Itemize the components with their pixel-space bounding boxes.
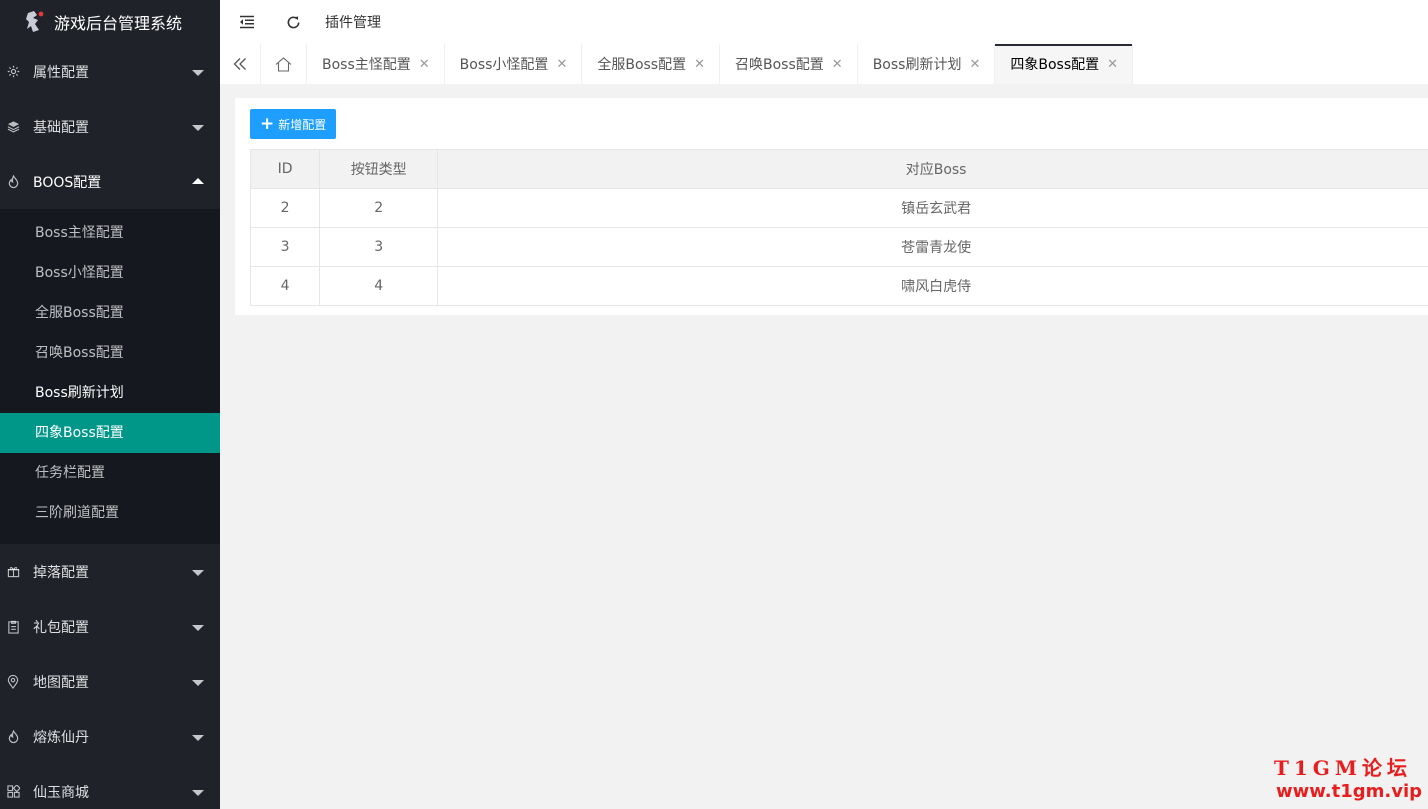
chevron-down-icon <box>192 569 204 576</box>
table-row[interactable]: 3 3 苍雷青龙使 <box>249 227 1428 267</box>
tab-label: 召唤Boss配置 <box>735 57 824 73</box>
chevron-down-icon <box>192 624 204 631</box>
tab-label: Boss刷新计划 <box>872 57 962 73</box>
sidebar-item-map[interactable]: 地图配置 <box>0 654 220 709</box>
close-icon[interactable]: ✕ <box>556 57 567 72</box>
cell-type: 4 <box>319 266 439 306</box>
tab-label: 四象Boss配置 <box>1010 57 1100 73</box>
chevron-down-icon <box>192 124 204 131</box>
sidebar-item-drop[interactable]: 掉落配置 <box>0 544 220 599</box>
collapse-sidebar-button[interactable] <box>234 9 260 35</box>
cell-boss: 苍雷青龙使 <box>437 227 1428 267</box>
config-table: ID 按钮类型 对应Boss 2 2 镇岳玄武君 3 3 苍雷青龙使 4 4 啸… <box>249 149 1428 306</box>
cell-boss: 镇岳玄武君 <box>437 188 1428 228</box>
tab-boss-summon[interactable]: 召唤Boss配置 ✕ <box>720 44 858 84</box>
sidebar-menu: 属性配置 基础配置 BOOS配置 Boss主怪配置 Boss小怪配置 全服Bos… <box>0 44 220 809</box>
column-header-id[interactable]: ID <box>249 149 321 189</box>
sidebar-item-gift[interactable]: 礼包配置 <box>0 599 220 654</box>
tab-bar: Boss主怪配置 ✕ Boss小怪配置 ✕ 全服Boss配置 ✕ 召唤Boss配… <box>220 44 1428 85</box>
layers-icon <box>6 120 20 134</box>
sidebar-item-label: 熔炼仙丹 <box>33 729 89 746</box>
location-icon <box>6 674 20 689</box>
table-header-row: ID 按钮类型 对应Boss <box>249 149 1428 189</box>
plus-icon: + <box>260 113 275 134</box>
cell-type: 3 <box>319 227 439 267</box>
cell-id: 4 <box>249 266 321 306</box>
plugin-manage-link[interactable]: 插件管理 <box>325 12 381 32</box>
watermark-url: www.t1gm.vip <box>1276 781 1422 802</box>
add-config-label: 新增配置 <box>278 117 327 132</box>
apps-icon <box>6 785 20 799</box>
config-card: + 新增配置 ID 按钮类型 对应Boss 2 2 镇岳玄武君 3 3 苍雷青龙… <box>235 98 1428 315</box>
chevron-down-icon <box>192 734 204 741</box>
sidebar-item-basic[interactable]: 基础配置 <box>0 99 220 154</box>
chevron-up-icon <box>192 177 204 184</box>
sidebar: 游戏后台管理系统 属性配置 基础配置 BOOS配置 Boss主怪配置 Boss小… <box>0 0 220 809</box>
gear-icon <box>6 65 20 79</box>
tab-home[interactable] <box>261 44 307 84</box>
sidebar-item-alchemy[interactable]: 熔炼仙丹 <box>0 709 220 764</box>
boss-submenu: Boss主怪配置 Boss小怪配置 全服Boss配置 召唤Boss配置 Boss… <box>0 209 220 544</box>
refresh-icon <box>287 16 299 28</box>
sidebar-item-label: 基础配置 <box>33 119 89 136</box>
column-header-boss[interactable]: 对应Boss <box>437 149 1428 189</box>
tab-label: Boss主怪配置 <box>322 57 411 73</box>
sidebar-item-label: 掉落配置 <box>33 564 89 581</box>
chevron-down-icon <box>192 679 204 686</box>
tab-boss-main[interactable]: Boss主怪配置 ✕ <box>307 44 445 84</box>
chevron-down-icon <box>192 789 204 796</box>
add-config-button[interactable]: + 新增配置 <box>250 109 337 139</box>
double-chevron-left-icon <box>233 58 246 70</box>
logo-icon <box>26 11 44 32</box>
app-logo[interactable]: 游戏后台管理系统 <box>0 0 220 44</box>
chevron-down-icon <box>192 69 204 76</box>
close-icon[interactable]: ✕ <box>419 57 430 72</box>
table-row[interactable]: 4 4 啸风白虎侍 <box>249 266 1428 306</box>
submenu-boss-summon[interactable]: 召唤Boss配置 <box>0 333 220 373</box>
close-icon[interactable]: ✕ <box>969 57 980 72</box>
submenu-taskbar[interactable]: 任务栏配置 <box>0 453 220 493</box>
cell-id: 3 <box>249 227 321 267</box>
main-content: + 新增配置 ID 按钮类型 对应Boss 2 2 镇岳玄武君 3 3 苍雷青龙… <box>220 84 1428 809</box>
sidebar-item-label: 礼包配置 <box>33 619 89 636</box>
sidebar-item-label: 属性配置 <box>33 64 89 81</box>
sidebar-item-attr[interactable]: 属性配置 <box>0 44 220 99</box>
tabs-scroll-left-button[interactable] <box>220 44 261 84</box>
fire-icon <box>6 174 20 189</box>
tab-boss-refresh[interactable]: Boss刷新计划 ✕ <box>858 44 996 84</box>
submenu-boss-refresh[interactable]: Boss刷新计划 <box>0 373 220 413</box>
tab-label: Boss小怪配置 <box>459 57 549 73</box>
watermark-forum: T1GM论坛 <box>1273 756 1412 780</box>
clipboard-icon <box>6 620 20 634</box>
sidebar-item-shop[interactable]: 仙玉商城 <box>0 764 220 809</box>
fire-icon <box>6 729 20 744</box>
indent-icon <box>240 15 254 29</box>
sidebar-item-label: 仙玉商城 <box>33 784 89 801</box>
submenu-tier3-brush[interactable]: 三阶刷道配置 <box>0 493 220 533</box>
tab-boss-minor[interactable]: Boss小怪配置 ✕ <box>445 44 583 84</box>
cell-boss: 啸风白虎侍 <box>437 266 1428 306</box>
submenu-boss-main[interactable]: Boss主怪配置 <box>0 213 220 253</box>
submenu-boss-server[interactable]: 全服Boss配置 <box>0 293 220 333</box>
close-icon[interactable]: ✕ <box>694 57 705 72</box>
sidebar-item-boss[interactable]: BOOS配置 <box>0 154 220 209</box>
top-header: 插件管理 <box>220 0 1428 45</box>
cell-type: 2 <box>319 188 439 228</box>
submenu-boss-minor[interactable]: Boss小怪配置 <box>0 253 220 293</box>
tab-boss-server[interactable]: 全服Boss配置 ✕ <box>582 44 721 84</box>
cell-id: 2 <box>249 188 321 228</box>
tab-boss-four-symbols[interactable]: 四象Boss配置 ✕ <box>995 44 1134 84</box>
tab-label: 全服Boss配置 <box>597 57 687 73</box>
table-row[interactable]: 2 2 镇岳玄武君 <box>249 188 1428 228</box>
close-icon[interactable]: ✕ <box>1107 57 1118 72</box>
sidebar-item-label: BOOS配置 <box>33 174 102 191</box>
submenu-boss-four-symbols[interactable]: 四象Boss配置 <box>0 413 220 453</box>
close-icon[interactable]: ✕ <box>832 57 843 72</box>
app-title: 游戏后台管理系统 <box>54 14 183 33</box>
refresh-button[interactable] <box>280 9 306 35</box>
gift-icon <box>6 565 20 579</box>
sidebar-item-label: 地图配置 <box>33 674 89 691</box>
home-icon <box>275 56 292 72</box>
column-header-type[interactable]: 按钮类型 <box>319 149 439 189</box>
